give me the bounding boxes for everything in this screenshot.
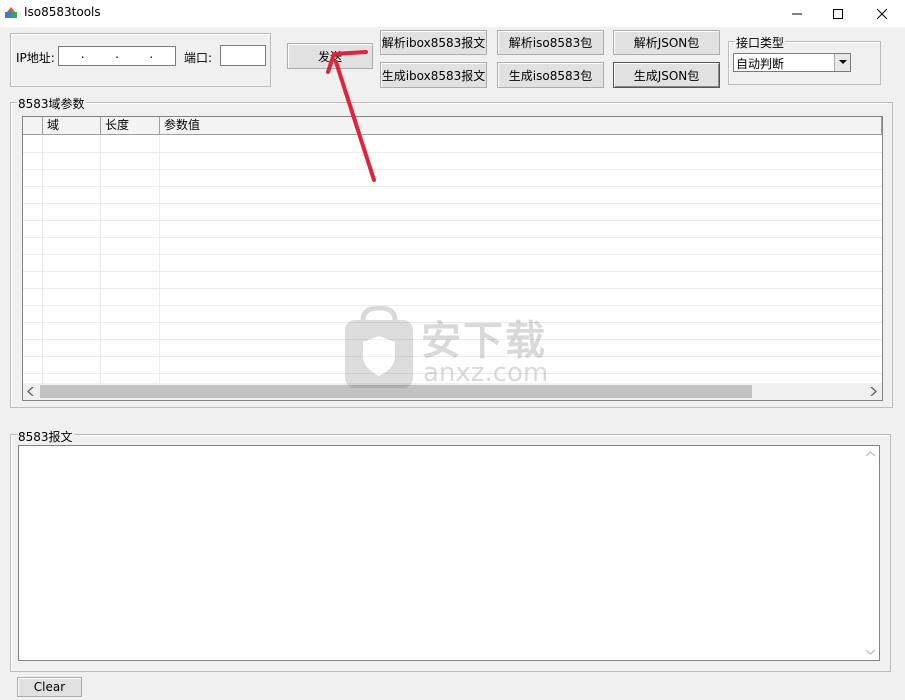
grid-row-line: [23, 271, 882, 272]
grid-row-line: [23, 152, 882, 153]
grid-divider: [159, 135, 160, 385]
port-input[interactable]: [220, 45, 266, 66]
fields-group-legend: 8583域参数: [17, 95, 86, 112]
watermark: 安下载 anxz.com: [343, 306, 563, 390]
message-textarea[interactable]: [18, 445, 880, 661]
maximize-icon: [833, 8, 843, 19]
gen-iso8583-button[interactable]: 生成iso8583包: [497, 62, 604, 88]
interface-type-select[interactable]: 自动判断: [733, 53, 851, 72]
vertical-scrollbar[interactable]: [862, 446, 879, 660]
close-icon: [876, 8, 888, 19]
column-header-value[interactable]: 参数值: [160, 117, 882, 135]
shield-bag-icon: [345, 306, 413, 388]
grid-divider: [100, 135, 101, 385]
clear-button[interactable]: Clear: [17, 677, 82, 697]
minimize-icon: [792, 13, 802, 14]
dropdown-arrow-button[interactable]: [834, 54, 850, 71]
scroll-up-icon[interactable]: [866, 451, 875, 457]
grid-row-line: [23, 169, 882, 170]
gen-ibox8583-button[interactable]: 生成ibox8583报文: [380, 62, 487, 88]
scroll-down-icon[interactable]: [866, 649, 875, 655]
grid-row-line: [23, 220, 882, 221]
minimize-button[interactable]: [774, 0, 820, 27]
interface-type-value: 自动判断: [736, 57, 785, 71]
gen-json-button[interactable]: 生成JSON包: [613, 62, 720, 88]
ip-dots: . . .: [80, 47, 154, 61]
parse-ibox8583-button[interactable]: 解析ibox8583报文: [380, 30, 487, 55]
parse-json-button[interactable]: 解析JSON包: [613, 30, 720, 55]
column-header-length[interactable]: 长度: [101, 117, 160, 135]
grid-row-line: [23, 288, 882, 289]
row-header-corner: [23, 117, 43, 135]
grid-row-line: [23, 237, 882, 238]
app-icon: [5, 7, 17, 18]
parse-iso8583-button[interactable]: 解析iso8583包: [497, 30, 604, 55]
chevron-down-icon: [838, 60, 847, 64]
window-title: Iso8583tools: [24, 5, 101, 19]
grid-row-line: [23, 203, 882, 204]
scroll-right-icon[interactable]: [869, 387, 877, 396]
grid-row-line: [23, 186, 882, 187]
watermark-site: anxz.com: [423, 358, 549, 388]
scroll-left-icon[interactable]: [27, 387, 35, 396]
grid-row-line: [23, 254, 882, 255]
message-group-legend: 8583报文: [17, 428, 74, 445]
maximize-button[interactable]: [815, 0, 861, 27]
close-button[interactable]: [859, 0, 905, 27]
ip-label: IP地址:: [16, 51, 55, 65]
port-label: 端口:: [184, 51, 213, 65]
title-bar: [0, 0, 905, 27]
interface-type-legend: 接口类型: [735, 34, 786, 51]
ip-address-input[interactable]: . . .: [58, 46, 176, 66]
column-header-field[interactable]: 域: [43, 117, 101, 135]
grid-divider: [42, 135, 43, 385]
annotation-arrow: [326, 50, 376, 182]
